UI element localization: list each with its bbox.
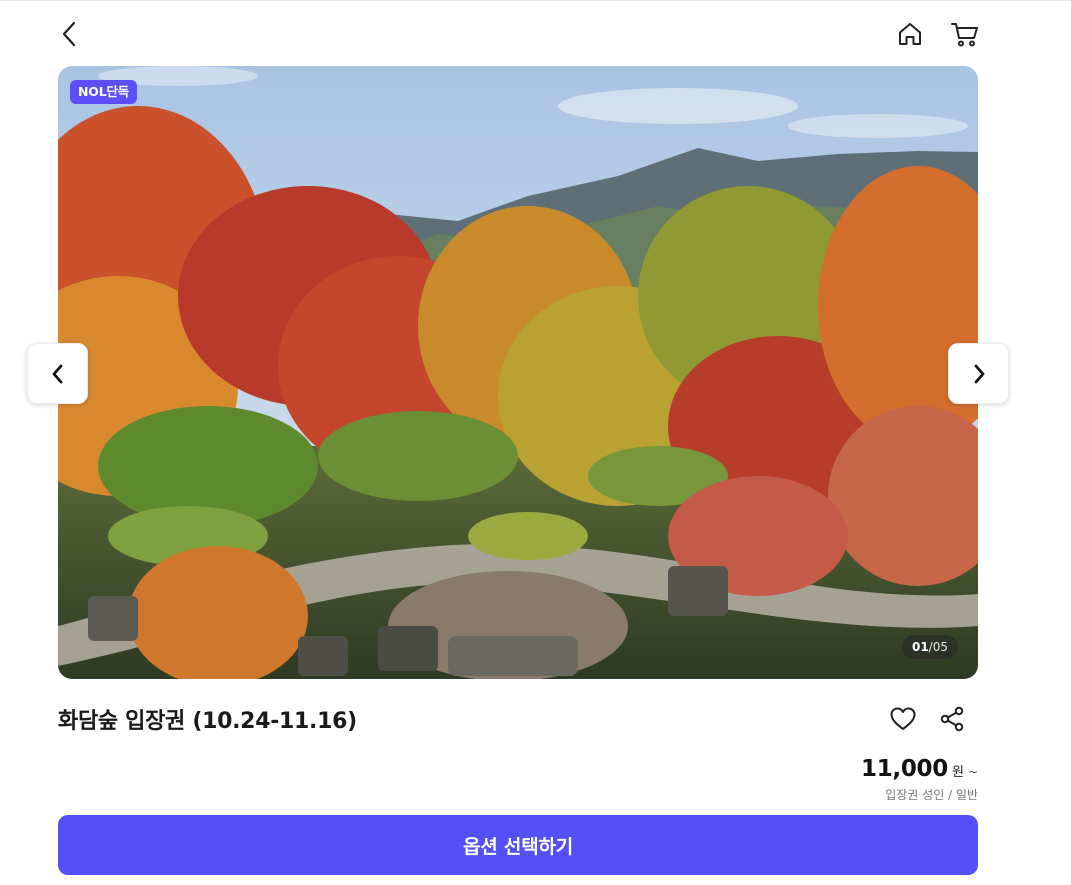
share-button[interactable] (935, 702, 969, 736)
select-option-button[interactable]: 옵션 선택하기 (58, 815, 978, 875)
price-unit: 원 (951, 765, 964, 780)
chevron-right-icon (974, 364, 984, 383)
back-button[interactable] (52, 16, 86, 52)
chevron-left-icon (52, 364, 62, 383)
price-amount: 11,000 (861, 756, 948, 782)
share-icon (940, 706, 964, 732)
product-image-gallery[interactable]: NOL단독 01/05 (58, 66, 978, 679)
image-counter-current: 01 (911, 640, 929, 654)
cart-button[interactable] (947, 17, 983, 51)
gallery-prev-button[interactable] (27, 343, 88, 404)
autumn-garden-photo (58, 66, 978, 679)
top-divider (0, 0, 1071, 1)
home-button[interactable] (893, 17, 927, 51)
product-title: 화담숲 입장권 (10.24-11.16) (58, 709, 357, 734)
chevron-left-icon (62, 21, 76, 47)
price-description: 입장권 성인 / 일반 (885, 788, 978, 800)
gallery-next-button[interactable] (948, 343, 1009, 404)
price: 11,000 원 ~ (861, 756, 978, 782)
image-counter-total: 05 (932, 640, 948, 654)
image-counter: 01/05 (901, 635, 958, 659)
like-button[interactable] (886, 702, 920, 736)
home-icon (899, 23, 921, 45)
cart-icon (951, 23, 978, 47)
price-suffix: ~ (967, 765, 978, 779)
exclusive-badge: NOL단독 (70, 80, 138, 104)
heart-icon (890, 707, 916, 730)
